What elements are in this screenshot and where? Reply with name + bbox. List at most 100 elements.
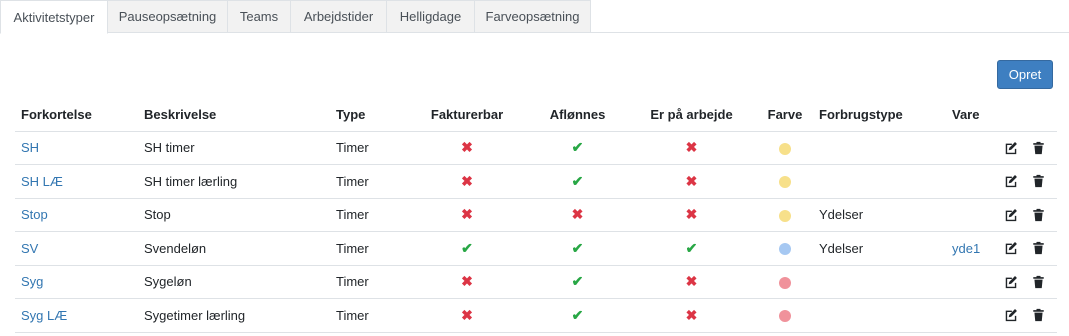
tab-aktivitetstyper[interactable]: Aktivitetstyper — [0, 0, 108, 34]
cell-usage-type — [813, 265, 946, 299]
item-link[interactable]: yde1 — [952, 241, 980, 256]
col-header-actions — [1001, 99, 1057, 132]
cell-desc: SH timer — [138, 131, 330, 165]
abbr-link[interactable]: Syg LÆ — [21, 308, 67, 323]
cell-at-work: ✖ — [626, 131, 757, 165]
col-header-usage-type: Forbrugstype — [813, 99, 946, 132]
cell-type: Timer — [330, 265, 405, 299]
color-dot — [779, 243, 791, 256]
cell-paid: ✔ — [529, 231, 626, 266]
cell-usage-type: Ydelser — [813, 198, 946, 232]
tab-helligdage[interactable]: Helligdage — [387, 0, 475, 33]
col-header-paid: Aflønnes — [529, 99, 626, 132]
cell-desc: SH timer lærling — [138, 164, 330, 199]
table-row: Stop Stop Timer ✖ ✖ ✖ Ydelser — [15, 198, 1057, 232]
cell-abbr: SH — [15, 131, 138, 165]
cell-color — [757, 198, 813, 232]
trash-icon[interactable] — [1032, 275, 1045, 289]
cell-paid: ✖ — [529, 198, 626, 232]
trash-icon[interactable] — [1032, 174, 1045, 188]
cross-icon: ✖ — [461, 273, 473, 290]
cell-item — [946, 198, 1001, 232]
cell-abbr: SV — [15, 231, 138, 266]
cell-at-work: ✔ — [626, 231, 757, 266]
cross-icon: ✖ — [685, 139, 698, 156]
cell-color — [757, 231, 813, 266]
cell-type: Timer — [330, 164, 405, 199]
cell-billable: ✖ — [405, 164, 529, 199]
cross-icon: ✖ — [461, 172, 473, 189]
cell-color — [757, 164, 813, 199]
table-header-row: Forkortelse Beskrivelse Type Fakturerbar… — [15, 99, 1057, 132]
cross-icon: ✖ — [461, 206, 473, 223]
check-icon: ✔ — [571, 172, 584, 189]
cross-icon: ✖ — [461, 139, 473, 156]
col-header-abbr: Forkortelse — [15, 99, 138, 132]
cell-item — [946, 131, 1001, 165]
cell-paid: ✔ — [529, 164, 626, 199]
edit-icon[interactable] — [1004, 275, 1018, 289]
col-header-at-work: Er på arbejde — [626, 99, 757, 132]
tab-pauseopsaetning[interactable]: Pauseopsætning — [108, 0, 228, 33]
cell-color — [757, 298, 813, 333]
abbr-link[interactable]: SH — [21, 140, 39, 155]
cell-desc: Stop — [138, 198, 330, 232]
check-icon: ✔ — [461, 239, 473, 256]
cell-usage-type — [813, 164, 946, 199]
cell-item: yde1 — [946, 231, 1001, 266]
cell-actions — [1001, 164, 1057, 199]
trash-icon[interactable] — [1032, 308, 1045, 322]
col-header-type: Type — [330, 99, 405, 132]
tab-arbejdstider[interactable]: Arbejdstider — [291, 0, 387, 33]
cell-paid: ✔ — [529, 298, 626, 333]
check-icon: ✔ — [571, 306, 584, 323]
table-row: SV Svendeløn Timer ✔ ✔ ✔ Ydelser yde1 — [15, 231, 1057, 266]
table-row: Syg LÆ Sygetimer lærling Timer ✖ ✔ ✖ — [15, 298, 1057, 333]
cell-item — [946, 265, 1001, 299]
cross-icon: ✖ — [685, 306, 698, 323]
cross-icon: ✖ — [461, 306, 473, 323]
cell-item — [946, 164, 1001, 199]
edit-icon[interactable] — [1004, 241, 1018, 255]
color-dot — [779, 276, 791, 289]
cell-billable: ✖ — [405, 265, 529, 299]
edit-icon[interactable] — [1004, 141, 1018, 155]
cell-color — [757, 265, 813, 299]
abbr-link[interactable]: SV — [21, 241, 38, 256]
edit-icon[interactable] — [1004, 174, 1018, 188]
tab-teams[interactable]: Teams — [228, 0, 291, 33]
trash-icon[interactable] — [1032, 208, 1045, 222]
cell-abbr: Syg LÆ — [15, 298, 138, 333]
abbr-link[interactable]: SH LÆ — [21, 174, 63, 189]
create-button[interactable]: Opret — [997, 60, 1053, 89]
cell-usage-type: Ydelser — [813, 231, 946, 266]
cell-billable: ✖ — [405, 131, 529, 165]
cell-abbr: SH LÆ — [15, 164, 138, 199]
table-row: SH SH timer Timer ✖ ✔ ✖ — [15, 131, 1057, 165]
cell-actions — [1001, 231, 1057, 266]
cell-desc: Svendeløn — [138, 231, 330, 266]
cell-color — [757, 131, 813, 165]
activity-types-table: Forkortelse Beskrivelse Type Fakturerbar… — [15, 99, 1057, 333]
check-icon: ✔ — [571, 139, 584, 156]
abbr-link[interactable]: Stop — [21, 207, 48, 222]
trash-icon[interactable] — [1032, 141, 1045, 155]
cell-desc: Sygeløn — [138, 265, 330, 299]
color-dot — [779, 176, 791, 189]
edit-icon[interactable] — [1004, 308, 1018, 322]
cell-usage-type — [813, 131, 946, 165]
tab-bar: Aktivitetstyper Pauseopsætning Teams Arb… — [0, 0, 1069, 34]
tab-farveopsaetning[interactable]: Farveopsætning — [475, 0, 591, 33]
color-dot — [779, 142, 791, 155]
cross-icon: ✖ — [571, 206, 584, 223]
cell-billable: ✔ — [405, 231, 529, 266]
cell-actions — [1001, 298, 1057, 333]
edit-icon[interactable] — [1004, 208, 1018, 222]
cell-desc: Sygetimer lærling — [138, 298, 330, 333]
abbr-link[interactable]: Syg — [21, 274, 43, 289]
trash-icon[interactable] — [1032, 241, 1045, 255]
col-header-billable: Fakturerbar — [405, 99, 529, 132]
cell-abbr: Syg — [15, 265, 138, 299]
cross-icon: ✖ — [685, 172, 698, 189]
cell-billable: ✖ — [405, 198, 529, 232]
